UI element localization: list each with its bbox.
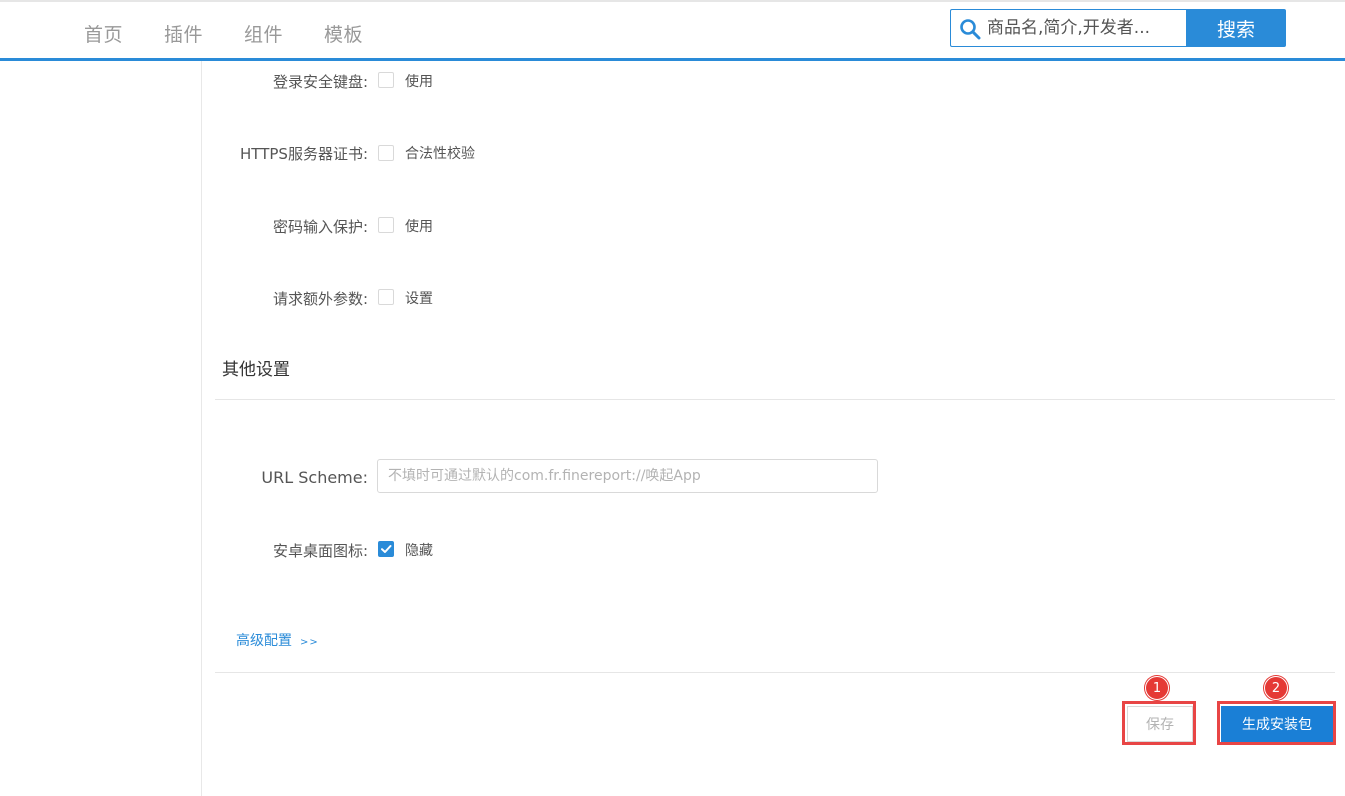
nav-item-plugins[interactable]: 插件 xyxy=(164,20,203,47)
search-box xyxy=(950,9,1186,47)
extra-params-option: 设置 xyxy=(405,291,433,307)
password-protect-checkbox[interactable] xyxy=(378,217,394,233)
search-button[interactable]: 搜索 xyxy=(1186,9,1286,47)
build-package-button[interactable]: 生成安装包 xyxy=(1221,706,1333,742)
login-keyboard-label: 登录安全键盘: xyxy=(272,73,368,91)
section-divider xyxy=(215,399,1335,400)
advanced-config-label: 高级配置 xyxy=(236,633,292,649)
step-badge-1: 1 xyxy=(1145,676,1169,700)
search-icon xyxy=(960,19,981,40)
top-navigation-bar: 首页 插件 组件 模板 搜索 xyxy=(0,0,1345,58)
password-protect-label: 密码输入保护: xyxy=(272,218,368,236)
double-chevron-right-icon: >> xyxy=(300,637,319,648)
advanced-config-link[interactable]: 高级配置 >> xyxy=(236,630,319,650)
login-keyboard-option: 使用 xyxy=(405,74,433,90)
nav-item-home[interactable]: 首页 xyxy=(84,20,123,47)
search-input[interactable] xyxy=(987,10,1183,46)
login-keyboard-checkbox[interactable] xyxy=(378,72,394,88)
password-protect-option: 使用 xyxy=(405,219,433,235)
https-cert-label: HTTPS服务器证书: xyxy=(240,145,368,163)
https-cert-option: 合法性校验 xyxy=(405,146,475,162)
desktop-icon-label: 安卓桌面图标: xyxy=(272,542,368,560)
footer-divider xyxy=(215,672,1335,673)
extra-params-label: 请求额外参数: xyxy=(272,290,368,308)
save-button[interactable]: 保存 xyxy=(1127,706,1193,742)
step-badge-2: 2 xyxy=(1264,676,1288,700)
nav-item-components[interactable]: 组件 xyxy=(244,20,283,47)
sidebar xyxy=(0,61,202,796)
url-scheme-label: URL Scheme: xyxy=(261,468,368,487)
nav-item-templates[interactable]: 模板 xyxy=(324,20,363,47)
desktop-icon-checkbox[interactable] xyxy=(378,541,394,557)
url-scheme-input[interactable] xyxy=(377,459,878,493)
extra-params-checkbox[interactable] xyxy=(378,289,394,305)
section-title-other-settings: 其他设置 xyxy=(222,360,290,380)
https-cert-checkbox[interactable] xyxy=(378,145,394,161)
checkmark-icon xyxy=(381,545,392,553)
desktop-icon-option: 隐藏 xyxy=(405,543,433,559)
